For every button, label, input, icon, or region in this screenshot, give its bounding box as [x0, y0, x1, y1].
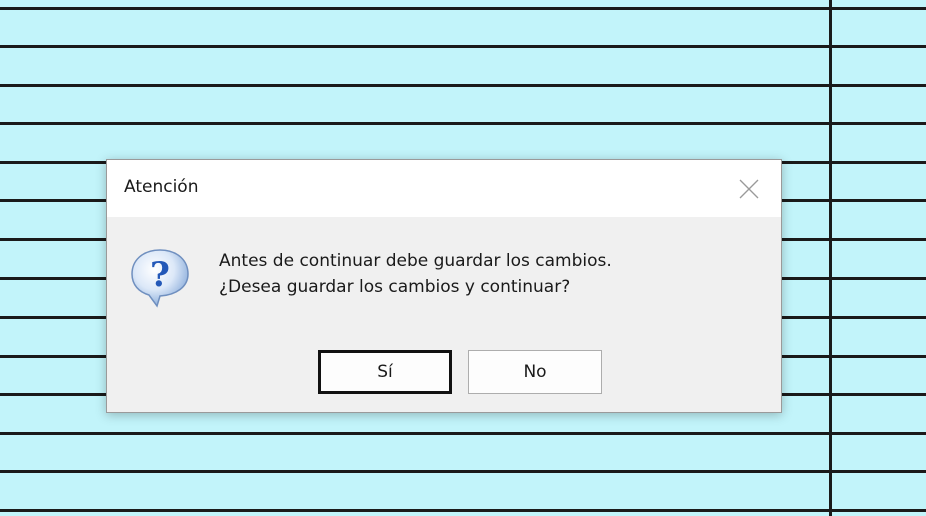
question-icon: ?: [128, 246, 192, 310]
svg-text:?: ?: [150, 255, 170, 295]
dialog-message: Antes de continuar debe guardar los camb…: [219, 248, 739, 300]
dialog-titlebar: Atención: [107, 160, 781, 217]
grid-line: [0, 470, 926, 473]
dialog-title: Atención: [124, 177, 199, 197]
grid-line: [0, 432, 926, 435]
message-line-2: ¿Desea guardar los cambios y continuar?: [219, 277, 571, 297]
close-icon[interactable]: [736, 176, 762, 202]
grid-column-divider: [829, 0, 832, 516]
message-line-1: Antes de continuar debe guardar los camb…: [219, 251, 612, 271]
grid-line: [0, 122, 926, 125]
grid-line: [0, 509, 926, 512]
yes-button[interactable]: Sí: [318, 350, 452, 394]
grid-line: [0, 7, 926, 10]
no-button[interactable]: No: [468, 350, 602, 394]
confirm-dialog: Atención ? Antes de continuar debe guard…: [106, 159, 782, 413]
grid-line: [0, 45, 926, 48]
grid-line: [0, 84, 926, 87]
